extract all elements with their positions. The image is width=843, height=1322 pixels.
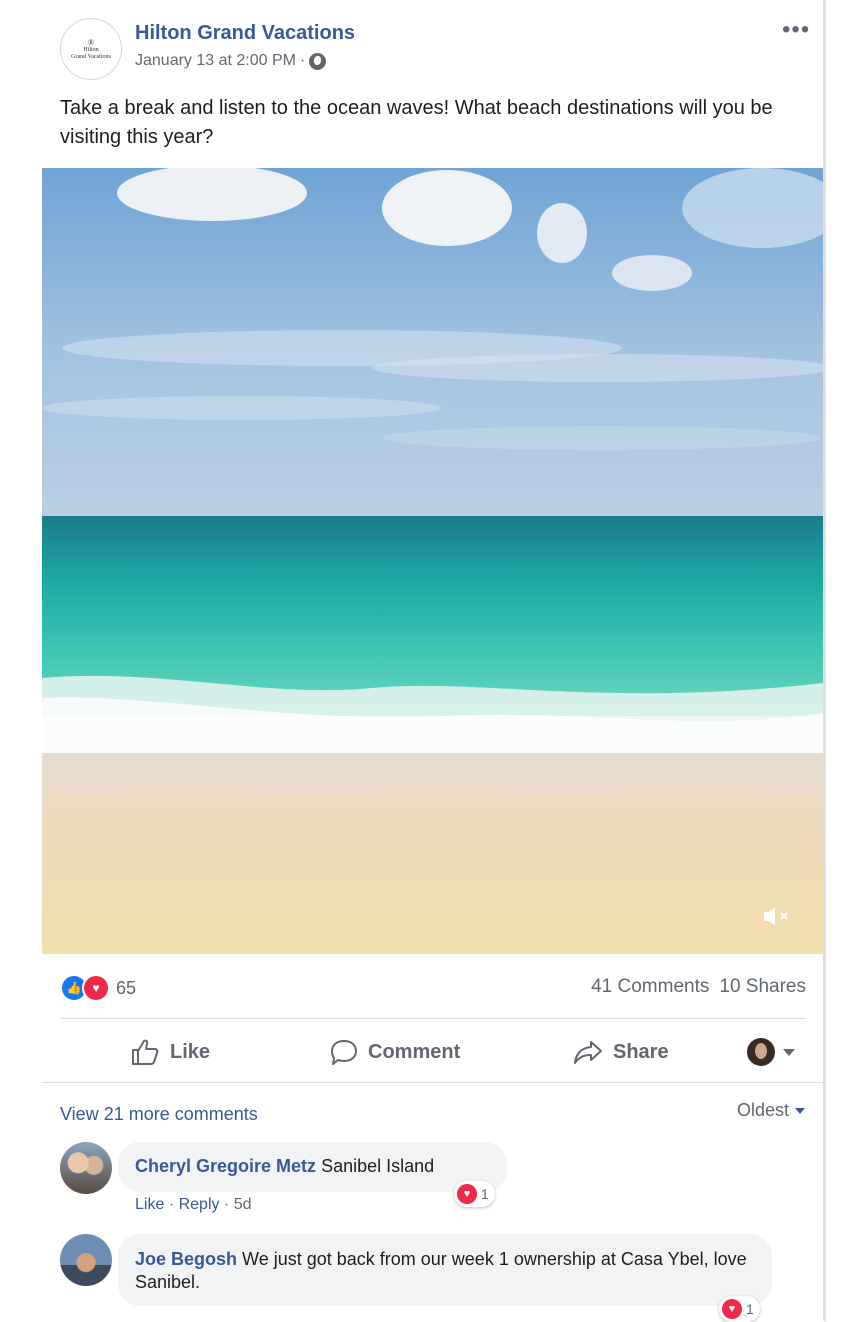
comment-author-link[interactable]: Joe Begosh (135, 1249, 237, 1269)
feed-right-border (823, 0, 826, 1321)
chevron-down-icon (783, 1048, 795, 1056)
comment-author-link[interactable]: Cheryl Gregoire Metz (135, 1156, 316, 1176)
comment-reaction-badge[interactable]: ♥ 1 (719, 1296, 760, 1322)
love-reaction-icon: ♥ (457, 1184, 477, 1204)
sort-label: Oldest (736, 1100, 789, 1120)
beach-video-frame (42, 168, 823, 954)
comment-reaction-count: 1 (481, 1186, 489, 1202)
like-label: Like (170, 1040, 211, 1063)
comment-sort-dropdown[interactable]: Oldest (737, 1100, 805, 1121)
post-as-selector[interactable] (747, 1030, 795, 1074)
comment-bubble: Cheryl Gregoire Metz Sanibel Island (118, 1142, 507, 1192)
comment-like-link[interactable]: Like (135, 1196, 164, 1213)
reaction-count: 65 (116, 977, 137, 998)
love-reaction-icon: ♥ (722, 1299, 742, 1319)
avatar-brand-line1: Hilton (83, 46, 99, 53)
view-more-comments-link[interactable]: View 21 more comments (60, 1104, 258, 1125)
divider (42, 1082, 823, 1083)
comment-actions: Like · Reply · 5d (135, 1196, 252, 1214)
meta-separator: · (299, 52, 306, 69)
speaker-muted-icon[interactable] (760, 904, 796, 928)
engagement-counts: 41 Comments 10 Shares (591, 976, 806, 998)
comment-button[interactable]: Comment (330, 1030, 460, 1074)
share-button[interactable]: Share (573, 1030, 669, 1074)
meta-separator: · (223, 1196, 230, 1213)
share-label: Share (613, 1040, 669, 1063)
avatar-logo-glyph: ® (87, 37, 95, 47)
post-meta: January 13 at 2:00 PM · (135, 52, 327, 70)
reactions-summary[interactable]: 👍 ♥ 65 (60, 974, 136, 1002)
love-reaction-icon: ♥ (82, 974, 110, 1002)
comment-time[interactable]: 5d (234, 1196, 252, 1213)
comments-count-link[interactable]: 41 Comments (591, 976, 709, 997)
share-arrow-icon (574, 1041, 602, 1064)
more-options-icon[interactable]: ••• (782, 16, 810, 44)
commenter-avatar[interactable] (60, 1234, 112, 1286)
post-timestamp[interactable]: January 13 at 2:00 PM (135, 52, 296, 70)
globe-icon (309, 52, 327, 70)
comment-reaction-count: 1 (746, 1301, 754, 1317)
page-avatar[interactable]: ® Hilton Grand Vacations (60, 18, 122, 80)
comment-bubble-icon (331, 1040, 357, 1065)
chevron-down-icon (795, 1107, 805, 1114)
comment-reaction-badge[interactable]: ♥ 1 (454, 1181, 495, 1207)
comment-text: Sanibel Island (321, 1156, 435, 1176)
meta-separator: · (168, 1196, 175, 1213)
comment-reply-link[interactable]: Reply (179, 1196, 220, 1213)
post-text: Take a break and listen to the ocean wav… (60, 97, 773, 148)
page-name-link[interactable]: Hilton Grand Vacations (135, 22, 355, 45)
post-video[interactable] (42, 168, 823, 954)
user-avatar (747, 1038, 775, 1066)
comment-bubble: Joe Begosh We just got back from our wee… (118, 1234, 772, 1306)
commenter-avatar[interactable] (60, 1142, 112, 1194)
shares-count-link[interactable]: 10 Shares (719, 976, 806, 997)
divider (60, 1018, 806, 1019)
thumbs-up-icon (132, 1039, 159, 1065)
comment-label: Comment (368, 1040, 461, 1063)
like-button[interactable]: Like (130, 1030, 210, 1074)
avatar-brand-line2: Grand Vacations (71, 53, 111, 60)
